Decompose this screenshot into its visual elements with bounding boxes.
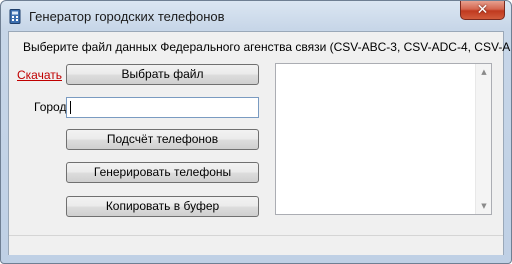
close-icon: ✕	[476, 2, 489, 18]
scroll-down-arrow-icon[interactable]: ▼	[480, 202, 488, 210]
text-caret	[70, 101, 71, 114]
city-label: Город	[34, 100, 67, 114]
copy-to-clipboard-button[interactable]: Копировать в буфер	[66, 196, 259, 217]
phone-book-icon	[9, 9, 21, 24]
scroll-up-arrow-icon[interactable]: ▲	[480, 68, 488, 76]
client-area: Выберите файл данных Федерального агенст…	[8, 31, 511, 255]
city-input[interactable]	[66, 97, 259, 118]
choose-file-button[interactable]: Выбрать файл	[66, 64, 259, 85]
results-listbox[interactable]: ▲ ▼	[275, 63, 492, 215]
instruction-text: Выберите файл данных Федерального агенст…	[23, 40, 512, 54]
title-bar[interactable]: Генератор городских телефонов ✕	[1, 1, 511, 31]
window-title: Генератор городских телефонов	[29, 9, 225, 24]
app-window: Генератор городских телефонов ✕ Выберите…	[0, 0, 512, 264]
download-link[interactable]: Скачать	[17, 68, 62, 82]
vertical-scrollbar[interactable]: ▲ ▼	[475, 64, 491, 214]
status-bar	[9, 235, 503, 255]
count-phones-button[interactable]: Подсчёт телефонов	[66, 129, 259, 150]
close-button[interactable]: ✕	[460, 1, 505, 20]
generate-phones-button[interactable]: Генерировать телефоны	[66, 162, 259, 183]
